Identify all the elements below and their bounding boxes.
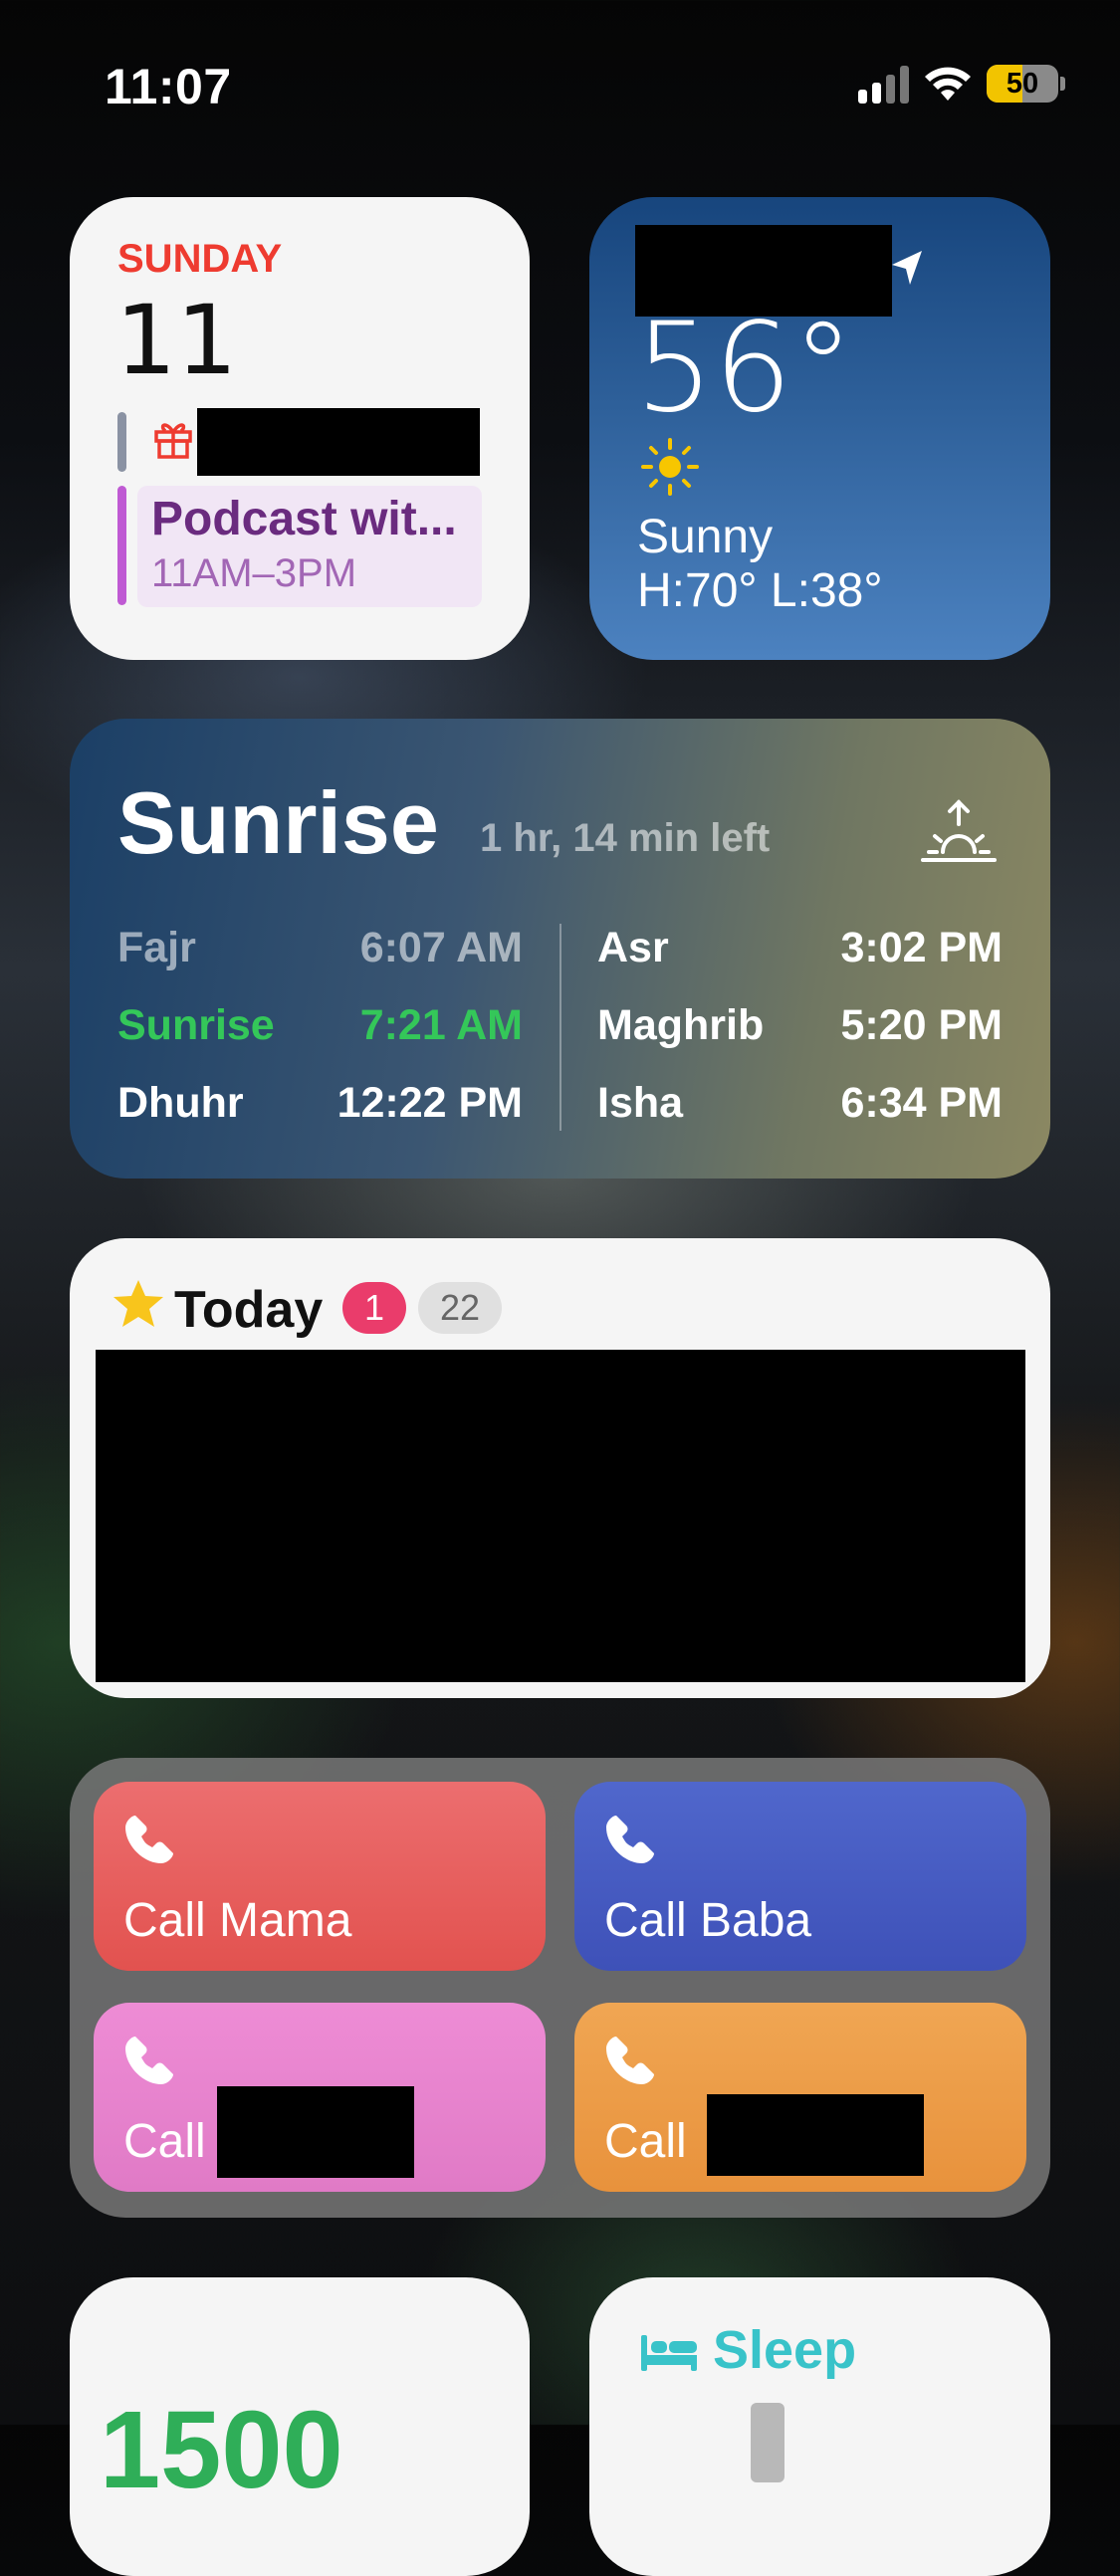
call-contact-button[interactable]: Call: [94, 2003, 546, 2192]
weather-widget[interactable]: 56° Sunny H:70° L:38°: [589, 197, 1050, 660]
star-icon: [113, 1280, 163, 1327]
event-title: Podcast wit...: [151, 493, 457, 545]
steps-widget[interactable]: 1500: [70, 2277, 530, 2576]
sleep-title: Sleep: [713, 2320, 857, 2380]
today-tasks-widget[interactable]: Today 1 22: [70, 1238, 1050, 1698]
phone-icon: [125, 2037, 173, 2084]
next-prayer-title: Sunrise: [117, 773, 439, 872]
call-contact-button[interactable]: Call: [574, 2003, 1026, 2192]
redacted-contact-name: [707, 2094, 924, 2176]
prayer-row-maghrib: Maghrib: [597, 1001, 765, 1049]
prayer-row-asr: Asr: [597, 924, 669, 971]
steps-count: 1500: [100, 2389, 343, 2511]
phone-icon: [125, 1816, 173, 1863]
bed-icon: [641, 2335, 697, 2371]
prayer-name: Sunrise: [117, 1001, 275, 1049]
location-arrow-icon: [892, 251, 922, 285]
current-temperature: 56°: [635, 297, 854, 440]
battery-level: 50: [1006, 68, 1039, 100]
call-contact-label: Call: [123, 2115, 206, 2168]
overdue-badge: 1: [342, 1282, 406, 1334]
call-baba-label: Call Baba: [604, 1894, 812, 1947]
prayer-time: 5:20 PM: [840, 1001, 1003, 1049]
call-contact-label: Call: [604, 2115, 687, 2168]
prayer-name: Fajr: [117, 924, 196, 971]
sleep-widget[interactable]: Sleep: [589, 2277, 1050, 2576]
status-time: 11:07: [105, 59, 232, 114]
sleep-bar: [751, 2403, 784, 2482]
prayer-row-sunrise: Sunrise: [117, 1001, 275, 1050]
prayer-time: 3:02 PM: [840, 924, 1003, 971]
redacted-task-list: [96, 1350, 1025, 1682]
shortcuts-widget: Call Mama Call Baba Call Call: [70, 1758, 1050, 2218]
call-mama-label: Call Mama: [123, 1894, 352, 1947]
event-time: 11AM–3PM: [151, 551, 357, 595]
prayer-times-widget[interactable]: Sunrise 1 hr, 14 min left Fajr 6:07 AM S…: [70, 719, 1050, 1179]
prayer-name: Dhuhr: [117, 1079, 244, 1127]
time-remaining: 1 hr, 14 min left: [480, 816, 771, 860]
status-icons: 50: [858, 64, 1065, 104]
calendar-widget[interactable]: SUNDAY 11 Podcast wit... 11AM–3PM: [70, 197, 530, 660]
event-color-bar: [117, 486, 126, 605]
phone-icon: [606, 1816, 654, 1863]
phone-icon: [606, 2037, 654, 2084]
task-count-badge: 22: [418, 1282, 502, 1334]
prayer-time: 6:07 AM: [359, 924, 523, 971]
weather-condition: Sunny: [637, 511, 774, 563]
redacted-contact-name: [217, 2086, 414, 2178]
prayer-row-dhuhr: Dhuhr: [117, 1079, 244, 1128]
battery-icon: 50: [987, 65, 1065, 103]
call-baba-button[interactable]: Call Baba: [574, 1782, 1026, 1971]
today-title: Today: [174, 1281, 324, 1339]
prayer-time: 6:34 PM: [840, 1079, 1003, 1127]
high-low-temperature: H:70° L:38°: [637, 564, 883, 617]
prayer-time: 12:22 PM: [336, 1079, 523, 1127]
prayer-time: 7:21 AM: [359, 1001, 523, 1049]
calendar-day: SUNDAY: [117, 237, 283, 281]
event-color-bar: [117, 412, 126, 472]
calendar-date: 11: [115, 285, 238, 396]
sunrise-icon: [921, 799, 997, 862]
redacted-event: [197, 408, 480, 476]
prayer-row-isha: Isha: [597, 1079, 684, 1127]
column-divider: [560, 924, 561, 1131]
prayer-row-fajr: Fajr: [117, 924, 196, 972]
cellular-signal-icon: [858, 64, 909, 104]
gift-icon: [154, 423, 192, 459]
wifi-icon: [925, 67, 971, 101]
sun-icon: [641, 438, 699, 496]
call-mama-button[interactable]: Call Mama: [94, 1782, 546, 1971]
